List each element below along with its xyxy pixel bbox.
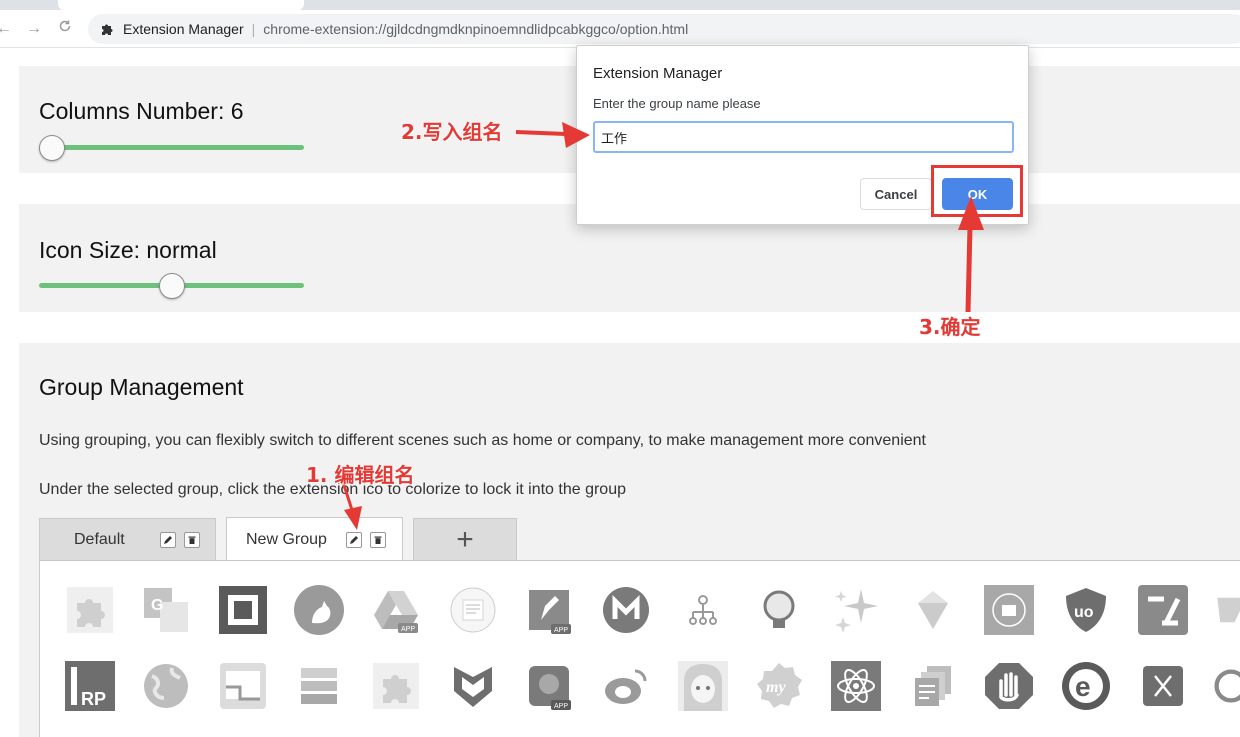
group-name-input[interactable] [593,121,1014,153]
stack-icon[interactable] [293,660,345,712]
annotation-step-2: 2.写入组名 [401,120,503,144]
columns-title: Columns Number: 6 [39,98,244,124]
trash-icon[interactable] [370,531,386,548]
group-management-title: Group Management [39,374,244,400]
group-tab-label: New Group [246,530,327,548]
sparkle-icon[interactable] [830,584,882,636]
cancel-button[interactable]: Cancel [860,178,932,210]
cat-icon[interactable] [293,584,345,636]
pencil-icon[interactable] [346,531,362,548]
x-box-icon[interactable] [1137,660,1189,712]
site-name: Extension Manager [123,21,244,37]
puzzle-extension-icon[interactable] [370,660,422,712]
pencil-icon[interactable] [160,531,176,548]
add-group-button[interactable]: + [413,518,517,560]
document-circle-icon[interactable] [447,584,499,636]
card-window-icon[interactable] [217,660,269,712]
square-frame-icon[interactable] [217,584,269,636]
documents-icon[interactable] [907,660,959,712]
extension-icons-grid: G APP APP uo RP APP my e [39,560,1240,737]
package-icon[interactable] [983,584,1035,636]
browser-tab-strip [0,0,1240,10]
google-translate-icon[interactable]: G [140,584,192,636]
e-circle-icon[interactable]: e [1060,660,1112,712]
partial-extension-icon[interactable] [1213,584,1240,636]
partial-circle-icon[interactable] [1213,660,1240,712]
url-text: chrome-extension://gjldcdngmdknpinoemndl… [263,21,689,37]
diamond-icon[interactable] [907,584,959,636]
puzzle-icon [102,24,113,35]
columns-slider-thumb[interactable] [39,135,65,161]
puzzle-extension-icon[interactable] [64,584,116,636]
group-description: Using grouping, you can flexibly switch … [39,432,926,449]
browser-tab[interactable] [58,0,304,10]
arrow-right-icon[interactable]: → [24,19,44,39]
globe-icon[interactable] [140,660,192,712]
svg-text:RP: RP [81,689,106,709]
url-separator: | [251,21,256,37]
ok-highlight-box [931,165,1023,217]
trash-icon[interactable] [184,531,200,548]
mcafee-shield-icon[interactable] [447,660,499,712]
svg-text:APP: APP [554,627,568,634]
svg-text:APP: APP [401,626,415,633]
svg-text:my: my [766,679,786,696]
arrow-left-icon[interactable]: ← [0,19,14,39]
address-bar[interactable]: Extension Manager | chrome-extension://g… [88,14,1240,44]
reload-icon[interactable] [55,19,75,39]
svg-text:G: G [151,597,163,614]
stop-hand-icon[interactable] [983,660,1035,712]
lightbulb-icon[interactable] [753,584,805,636]
google-drive-icon[interactable]: APP [370,584,422,636]
group-tab-default[interactable]: Default [39,518,216,560]
svg-text:uo: uo [1074,604,1094,621]
dialog-title: Extension Manager [593,65,723,82]
my-badge-icon[interactable]: my [753,660,805,712]
weibo-icon[interactable] [600,660,652,712]
dialog-message: Enter the group name please [593,96,761,111]
rp-icon[interactable]: RP [64,660,116,712]
ublock-shield-icon[interactable]: uo [1060,584,1112,636]
svg-text:APP: APP [554,703,568,710]
avatar-app-icon[interactable]: APP [523,660,575,712]
anime-avatar-icon[interactable] [677,660,729,712]
sitemap-icon[interactable] [677,584,729,636]
annotation-step-3: 3.确定 [919,315,981,339]
slash-box-icon[interactable] [1137,584,1189,636]
group-management-panel: Group Management Using grouping, you can… [19,343,1240,737]
group-tab-new-group[interactable]: New Group [226,517,403,561]
icon-size-slider-thumb[interactable] [158,273,185,299]
pen-app-icon[interactable]: APP [523,584,575,636]
atom-icon[interactable] [830,660,882,712]
annotation-step-1: 1. 编辑组名 [306,463,415,487]
svg-text:e: e [1075,671,1091,702]
mega-icon[interactable] [600,584,652,636]
browser-toolbar: ← → Extension Manager | chrome-extension… [0,10,1240,48]
columns-slider-track[interactable] [39,145,304,150]
group-tab-label: Default [74,530,125,548]
icon-size-title: Icon Size: normal [39,237,217,263]
